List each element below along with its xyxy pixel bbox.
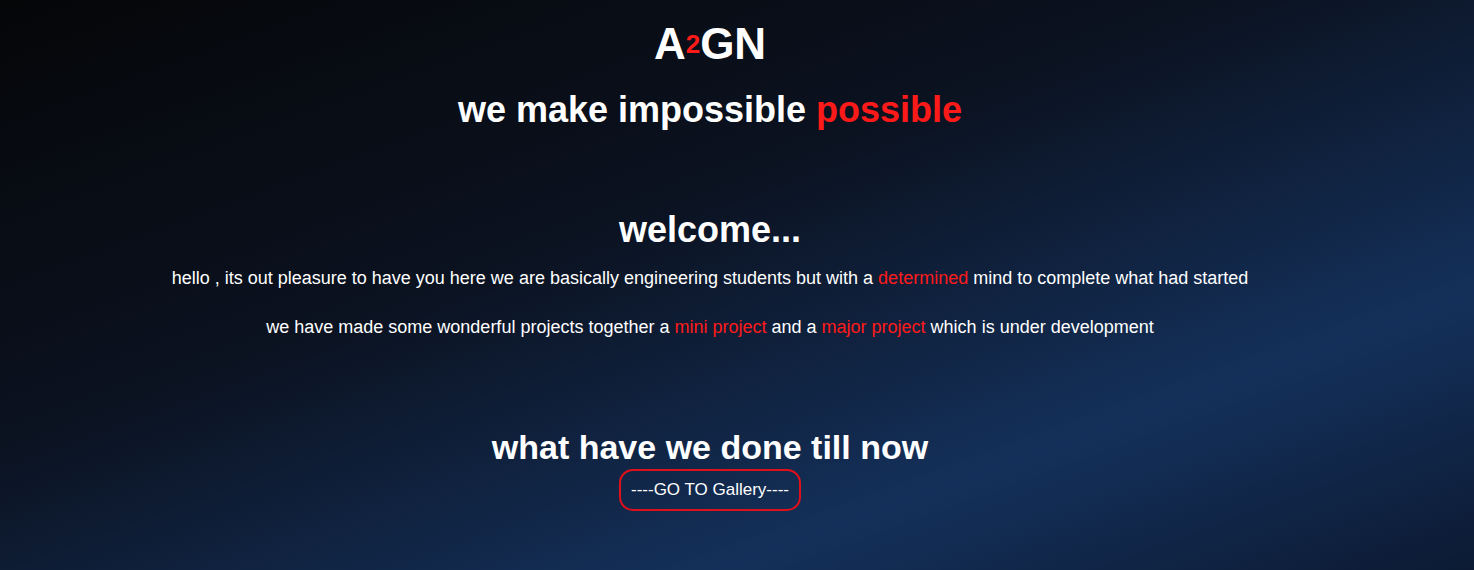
paragraph-part: hello , its out pleasure to have you her… — [172, 268, 878, 288]
brand-text: A — [654, 19, 686, 68]
brand-title: A2GN — [654, 18, 766, 70]
hero: A2GN we make impossible possible welcome..… — [0, 0, 1474, 570]
paragraph-part: which is under development — [926, 317, 1154, 337]
paragraph-part: mind to complete what had started — [968, 268, 1248, 288]
brand-superscript: 2 — [686, 29, 700, 59]
paragraph-part: determined — [878, 268, 968, 288]
tagline: we make impossible possible — [458, 88, 962, 132]
gallery-heading: what have we done till now — [492, 426, 928, 468]
brand-text: GN — [700, 19, 766, 68]
tagline-part: possible — [816, 89, 962, 130]
welcome-paragraph: hello , its out pleasure to have you her… — [172, 264, 1249, 292]
welcome-heading: welcome... — [619, 208, 801, 252]
paragraph-part: and a — [767, 317, 822, 337]
paragraph-part: mini project — [674, 317, 766, 337]
tagline-part: we make impossible — [458, 89, 816, 130]
gallery-button[interactable]: ----GO TO Gallery---- — [619, 469, 801, 511]
welcome-paragraph: we have made some wonderful projects tog… — [266, 313, 1154, 341]
paragraph-part: major project — [822, 317, 926, 337]
paragraph-part: we have made some wonderful projects tog… — [266, 317, 674, 337]
hero-content: A2GN we make impossible possible welcome..… — [0, 0, 1474, 511]
